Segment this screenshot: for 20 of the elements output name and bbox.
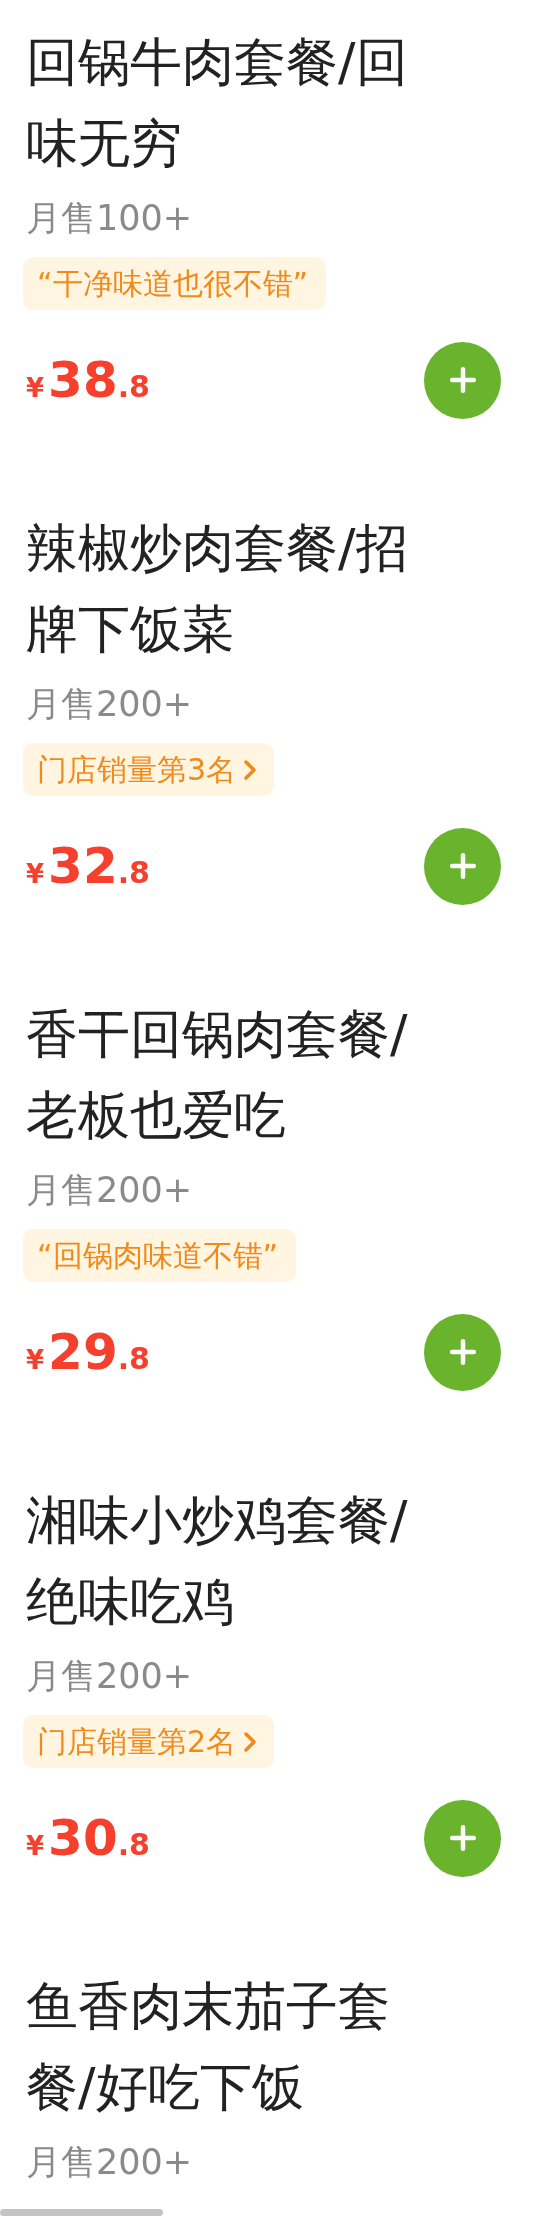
- sales-rank-link[interactable]: 门店销量第3名: [23, 743, 275, 796]
- dish-name: 鱼香肉末茄子套餐/好吃下饭: [26, 1975, 391, 2119]
- monthly-sales: 月售200+: [26, 1655, 193, 1698]
- chevron-right-icon: [244, 1731, 257, 1752]
- price: ¥30.8: [26, 1809, 150, 1867]
- chevron-right-icon: [244, 759, 257, 780]
- monthly-sales: 月售200+: [26, 683, 193, 726]
- monthly-sales: 月售100+: [26, 197, 193, 240]
- price: ¥38.8: [26, 351, 150, 409]
- monthly-sales: 月售200+: [26, 1169, 193, 1212]
- dish-name: 湘味小炒鸡套餐/绝味吃鸡: [26, 1489, 409, 1633]
- dish-name: 辣椒炒肉套餐/招牌下饭菜: [26, 517, 409, 661]
- price: ¥29.8: [26, 1323, 150, 1381]
- monthly-sales: 月售200+: [26, 2141, 193, 2184]
- dish-name: 香干回锅肉套餐/老板也爱吃: [26, 1003, 409, 1147]
- review-quote: “干净味道也很不错”: [23, 257, 327, 310]
- price: ¥32.8: [26, 837, 150, 895]
- review-quote: “回锅肉味道不错”: [23, 1229, 297, 1282]
- dish-name: 回锅牛肉套餐/回味无穷: [26, 31, 409, 175]
- sales-rank-link[interactable]: 门店销量第2名: [23, 1715, 275, 1768]
